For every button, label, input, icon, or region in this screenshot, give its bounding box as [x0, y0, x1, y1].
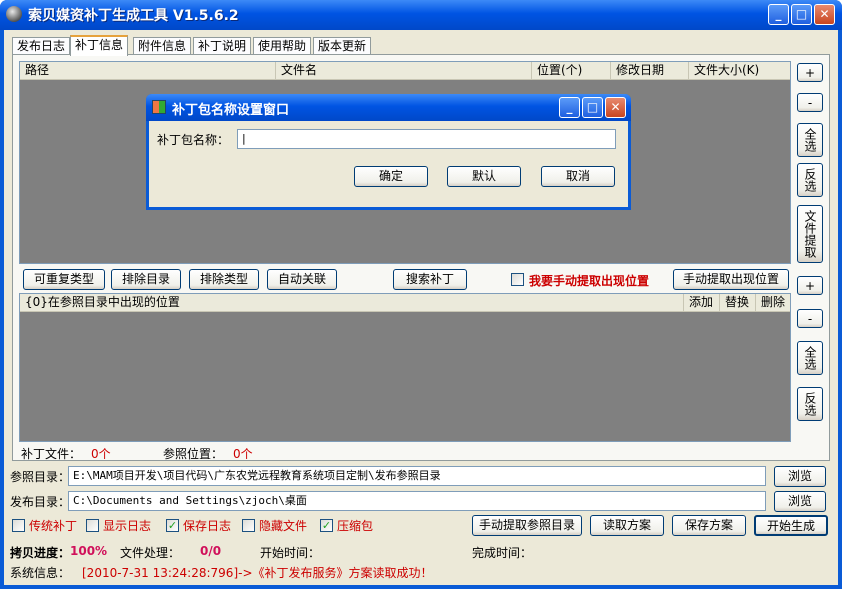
copy-progress-label: 拷贝进度：: [10, 546, 71, 560]
show-log-checkbox[interactable]: [86, 519, 99, 532]
position-list[interactable]: {0}在参照目录中出现的位置 添加 替换 删除: [19, 293, 791, 442]
col-delete[interactable]: 删除: [756, 294, 792, 311]
file-process-value: 0/0: [200, 544, 222, 558]
patch-files-count: 0个: [91, 447, 111, 461]
col-path[interactable]: 路径: [20, 62, 276, 79]
tab-version-update[interactable]: 版本更新: [313, 37, 372, 55]
patch-name-dialog: 补丁包名称设置窗口 _ □ ✕ 补丁包名称： | 确定 默认 取消: [146, 94, 631, 210]
invert-selection-positions-button[interactable]: 反选: [797, 387, 823, 421]
col-ref-position[interactable]: {0}在参照目录中出现的位置: [20, 294, 684, 311]
col-file-size[interactable]: 文件大小(K): [689, 62, 792, 79]
title-bar[interactable]: 索贝媒资补丁生成工具 V1.5.6.2 _ □ ✕: [0, 0, 842, 30]
dialog-cancel-button[interactable]: 取消: [541, 166, 615, 187]
tab-publish-log[interactable]: 发布日志: [12, 37, 71, 55]
dialog-close-button[interactable]: ✕: [605, 97, 626, 118]
patch-files-label: 补丁文件：: [21, 447, 82, 461]
col-filename[interactable]: 文件名: [276, 62, 532, 79]
dialog-title: 补丁包名称设置窗口: [172, 103, 290, 118]
col-position-count[interactable]: 位置(个): [532, 62, 611, 79]
dialog-maximize-button[interactable]: □: [582, 97, 603, 118]
save-scheme-button[interactable]: 保存方案: [672, 515, 746, 536]
minimize-button[interactable]: _: [768, 4, 789, 25]
tab-patch-info[interactable]: 补丁信息: [70, 35, 129, 56]
col-replace[interactable]: 替换: [720, 294, 756, 311]
exclude-dir-button[interactable]: 排除目录: [111, 269, 181, 290]
dialog-body: 补丁包名称： | 确定 默认 取消: [149, 121, 628, 207]
manual-extract-position-button[interactable]: 手动提取出现位置: [673, 269, 789, 290]
col-add[interactable]: 添加: [684, 294, 720, 311]
add-position-button[interactable]: +: [797, 276, 823, 295]
manual-ref-dir-button[interactable]: 手动提取参照目录: [472, 515, 582, 536]
read-scheme-button[interactable]: 读取方案: [590, 515, 664, 536]
ref-dir-input[interactable]: E:\MAM项目开发\项目代码\广东农党远程教育系统项目定制\发布参照目录: [68, 466, 766, 486]
ref-dir-label: 参照目录：: [10, 470, 71, 484]
search-patch-button[interactable]: 搜索补丁: [393, 269, 467, 290]
text-caret: |: [242, 132, 246, 145]
ref-position-count: 0个: [233, 447, 253, 461]
save-log-label: 保存日志: [183, 519, 232, 533]
dialog-ok-button[interactable]: 确定: [354, 166, 428, 187]
tab-patch-notes[interactable]: 补丁说明: [193, 37, 252, 55]
repeatable-type-button[interactable]: 可重复类型: [23, 269, 105, 290]
traditional-patch-label: 传统补丁: [29, 519, 78, 533]
tab-help[interactable]: 使用帮助: [253, 37, 312, 55]
file-list-header: 路径 文件名 位置(个) 修改日期 文件大小(K): [20, 62, 790, 80]
add-file-button[interactable]: +: [797, 63, 823, 82]
remove-position-button[interactable]: -: [797, 309, 823, 328]
dialog-app-icon: [152, 100, 166, 114]
compress-label: 压缩包: [337, 519, 374, 533]
tab-attachment-info[interactable]: 附件信息: [133, 37, 192, 55]
system-info-value: [2010-7-31 13:24:28:796]->《补丁发布服务》方案读取成功…: [82, 566, 433, 580]
manual-extract-label: 我要手动提取出现位置: [529, 274, 650, 288]
patch-name-input[interactable]: |: [237, 129, 616, 149]
invert-selection-files-button[interactable]: 反选: [797, 163, 823, 197]
pub-dir-label: 发布目录：: [10, 495, 71, 509]
app-icon: [6, 6, 22, 22]
copy-progress-value: 100%: [70, 544, 108, 558]
select-all-positions-button[interactable]: 全选: [797, 341, 823, 375]
col-modified-date[interactable]: 修改日期: [611, 62, 689, 79]
close-button[interactable]: ✕: [814, 4, 835, 25]
traditional-patch-checkbox[interactable]: [12, 519, 25, 532]
start-time-label: 开始时间：: [260, 546, 321, 560]
hidden-files-label: 隐藏文件: [259, 519, 308, 533]
dialog-default-button[interactable]: 默认: [447, 166, 521, 187]
exclude-type-button[interactable]: 排除类型: [189, 269, 259, 290]
position-list-header: {0}在参照目录中出现的位置 添加 替换 删除: [20, 294, 790, 312]
hidden-files-checkbox[interactable]: [242, 519, 255, 532]
ref-position-label: 参照位置：: [163, 447, 224, 461]
ref-dir-browse-button[interactable]: 浏览: [774, 466, 826, 487]
patch-name-label: 补丁包名称：: [157, 133, 230, 147]
select-all-files-button[interactable]: 全选: [797, 123, 823, 157]
dialog-minimize-button[interactable]: _: [559, 97, 580, 118]
show-log-label: 显示日志: [103, 519, 152, 533]
remove-file-button[interactable]: -: [797, 93, 823, 112]
dialog-title-bar[interactable]: 补丁包名称设置窗口 _ □ ✕: [146, 94, 631, 121]
auto-link-button[interactable]: 自动关联: [267, 269, 337, 290]
pub-dir-input[interactable]: C:\Documents and Settings\zjoch\桌面: [68, 491, 766, 511]
file-process-label: 文件处理：: [120, 546, 181, 560]
manual-extract-checkbox[interactable]: [511, 273, 524, 286]
compress-checkbox[interactable]: ✓: [320, 519, 333, 532]
main-window: 索贝媒资补丁生成工具 V1.5.6.2 _ □ ✕ 发布日志 补丁信息 附件信息…: [0, 0, 842, 589]
system-info-label: 系统信息：: [10, 566, 71, 580]
window-title: 索贝媒资补丁生成工具 V1.5.6.2: [28, 8, 239, 24]
pub-dir-browse-button[interactable]: 浏览: [774, 491, 826, 512]
start-generate-button[interactable]: 开始生成: [754, 515, 828, 536]
save-log-checkbox[interactable]: ✓: [166, 519, 179, 532]
extract-files-button[interactable]: 文件提取: [797, 205, 823, 263]
end-time-label: 完成时间：: [472, 546, 533, 560]
maximize-button[interactable]: □: [791, 4, 812, 25]
